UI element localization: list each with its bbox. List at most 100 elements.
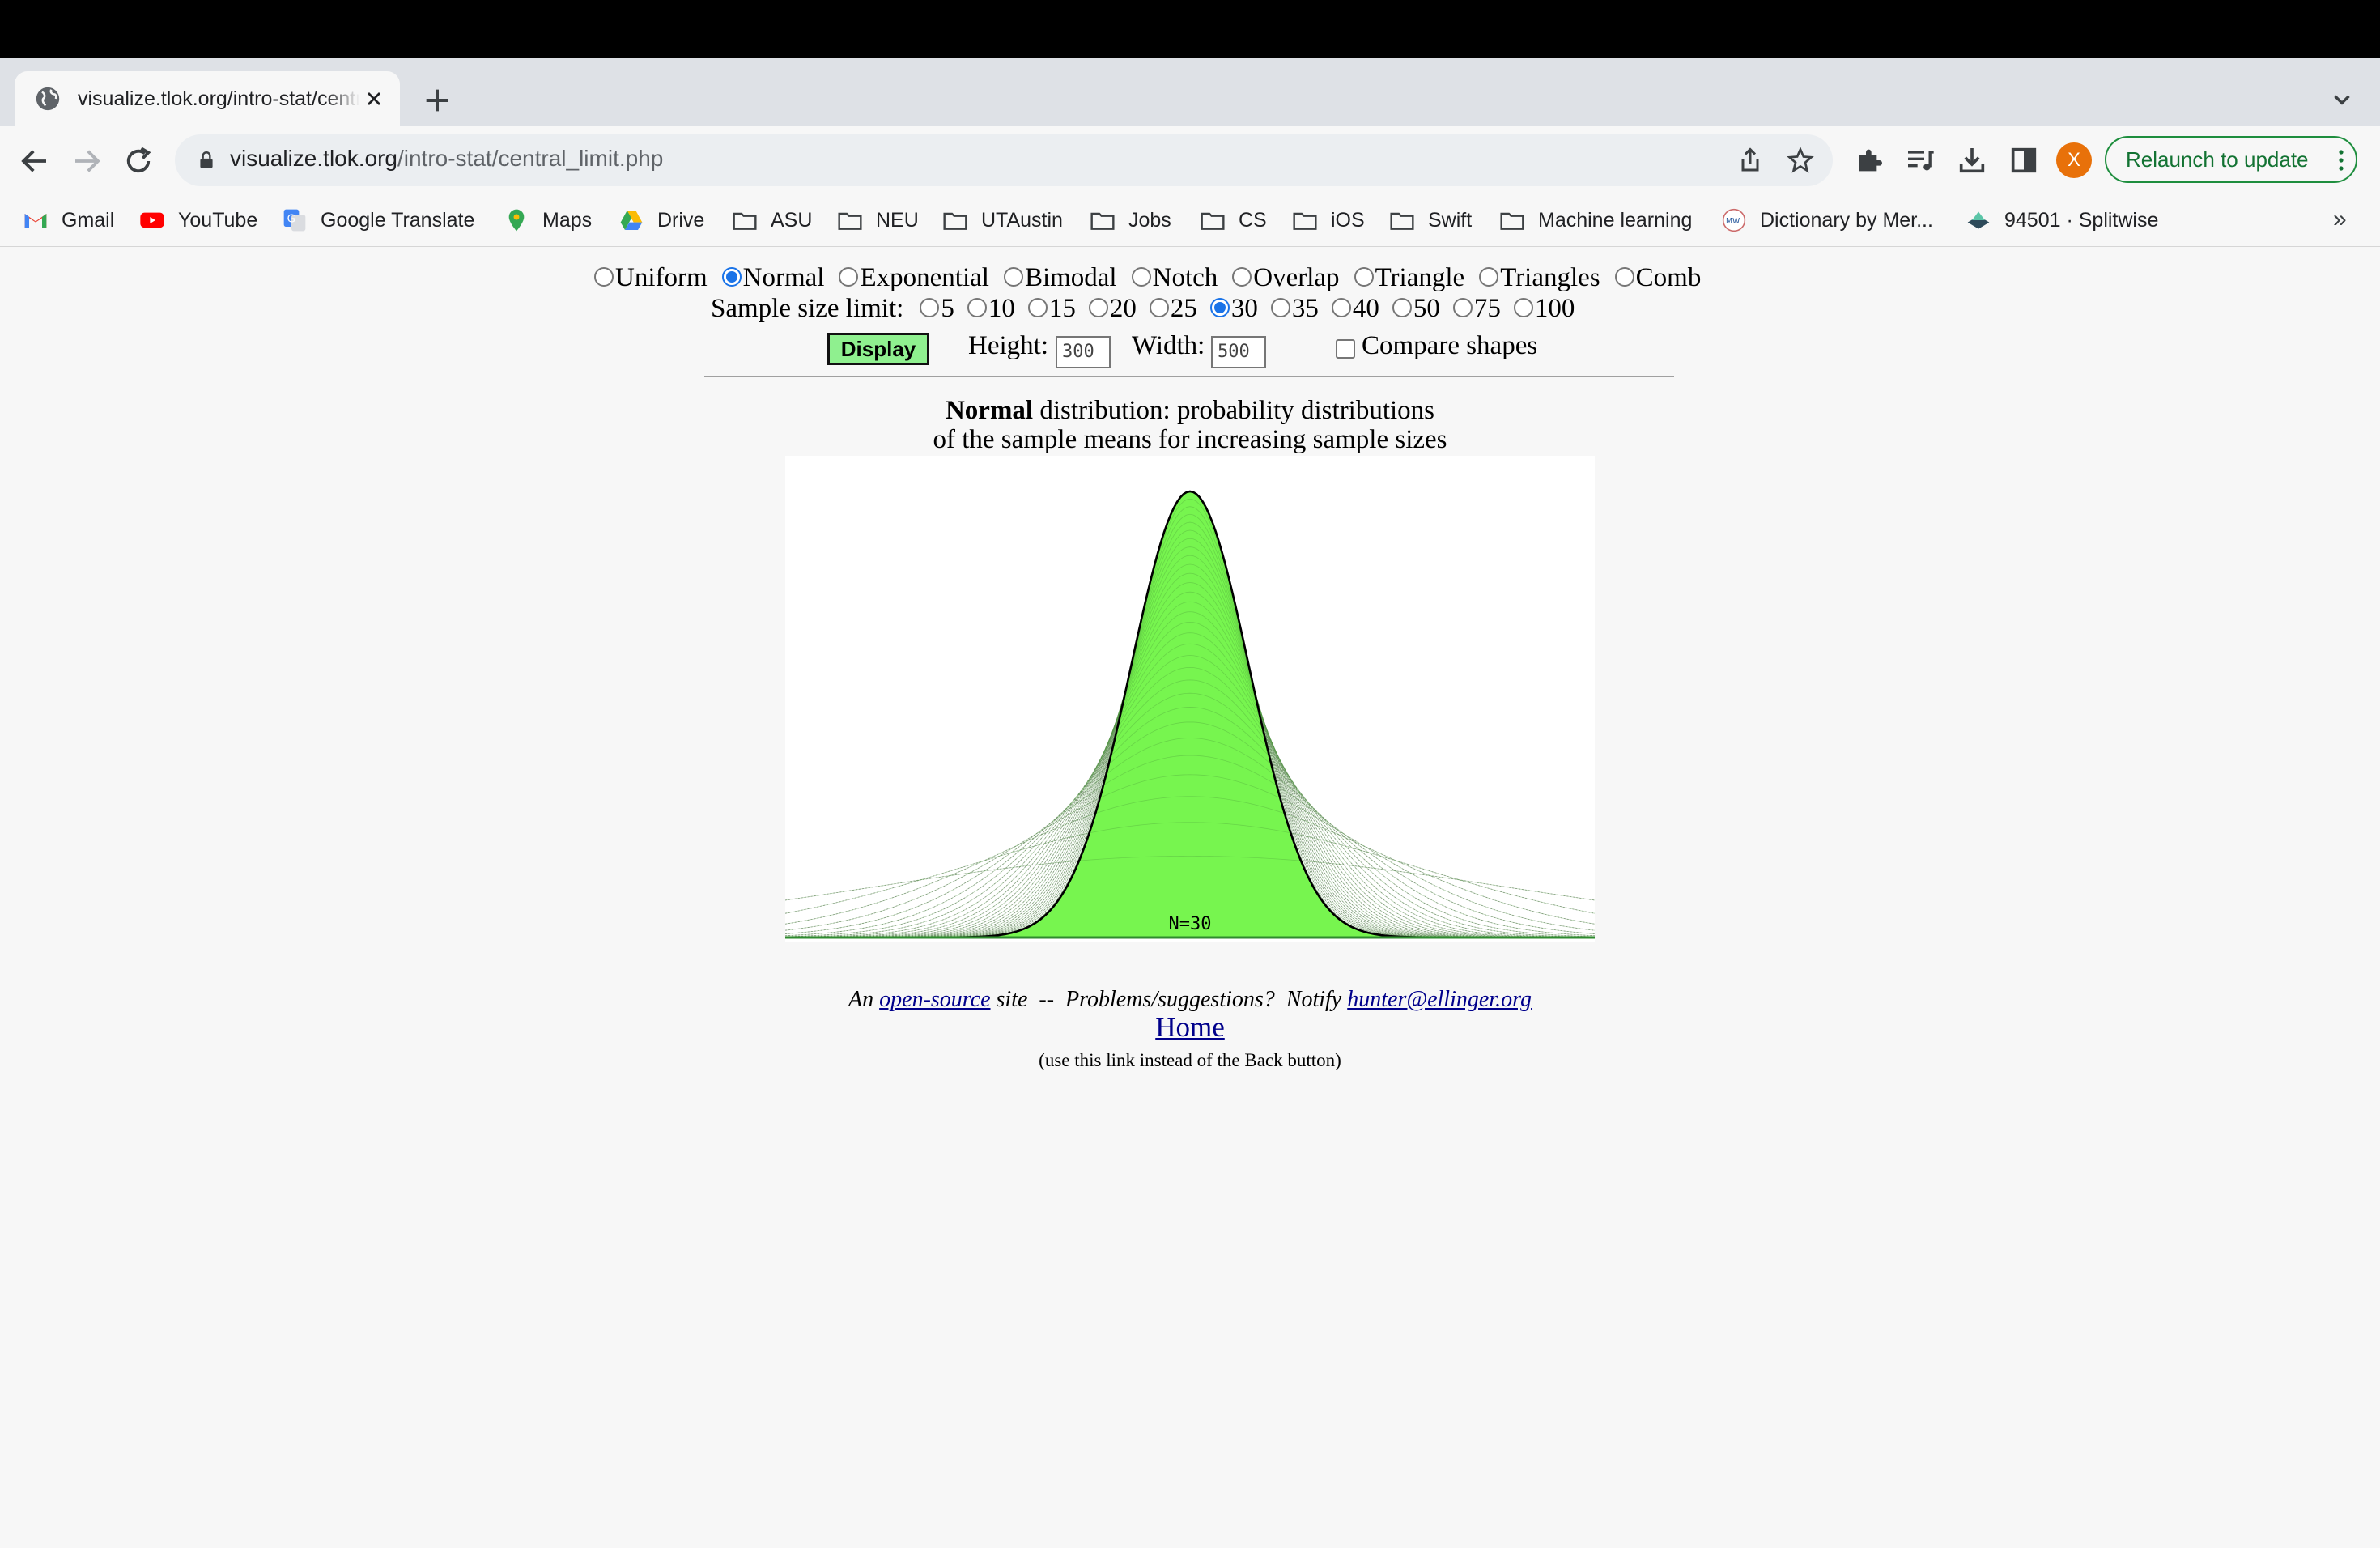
distribution-option-uniform[interactable]: Uniform <box>589 263 708 293</box>
radio-button[interactable] <box>967 297 987 317</box>
sample-size-option-35[interactable]: 35 <box>1266 294 1319 324</box>
radio-label: Exponential <box>860 263 989 292</box>
compare-shapes-checkbox[interactable] <box>1336 339 1355 359</box>
sample-size-option-5[interactable]: 5 <box>915 294 954 324</box>
sample-size-option-75[interactable]: 75 <box>1448 294 1501 324</box>
sampling-distribution-chart: N=30 <box>785 456 1595 942</box>
radio-button[interactable] <box>1479 266 1499 287</box>
bookmark-folder-jobs[interactable]: Jobs <box>1090 204 1171 236</box>
url-text[interactable]: visualize.tlok.org/intro-stat/central_li… <box>230 146 663 172</box>
active-tab[interactable]: visualize.tlok.org/intro-stat/central_li… <box>15 71 400 126</box>
distribution-option-exponential[interactable]: Exponential <box>834 263 989 293</box>
lock-icon[interactable] <box>196 149 217 172</box>
bookmark-dictionary[interactable]: MW Dictionary by Mer... <box>1721 204 1933 236</box>
sample-size-option-10[interactable]: 10 <box>963 294 1015 324</box>
new-tab-plus-icon[interactable] <box>421 84 453 117</box>
bookmark-label: Jobs <box>1128 208 1171 232</box>
chevron-down-icon[interactable] <box>2328 86 2356 113</box>
distribution-option-normal[interactable]: Normal <box>717 263 824 293</box>
email-link[interactable]: hunter@ellinger.org <box>1347 987 1532 1012</box>
radio-label: 15 <box>1048 294 1076 323</box>
close-icon[interactable] <box>363 87 385 110</box>
translate-icon: G <box>283 209 306 232</box>
splitwise-icon <box>1967 211 1990 229</box>
radio-button[interactable] <box>920 297 940 317</box>
relaunch-to-update-button[interactable]: Relaunch to update <box>2105 136 2357 183</box>
radio-button[interactable] <box>1088 297 1108 317</box>
open-source-link[interactable]: open-source <box>879 987 990 1012</box>
footer-prefix: An <box>848 987 880 1012</box>
radio-button[interactable] <box>1209 297 1230 317</box>
radio-button[interactable] <box>1131 266 1151 287</box>
reload-icon[interactable] <box>121 144 155 178</box>
radio-button[interactable] <box>594 266 614 287</box>
radio-button[interactable] <box>1392 297 1412 317</box>
height-input[interactable]: 300 <box>1056 336 1111 368</box>
bookmark-drive[interactable]: Drive <box>618 204 704 236</box>
download-icon[interactable] <box>1956 144 1988 176</box>
bookmark-folder-asu[interactable]: ASU <box>732 204 812 236</box>
radio-button[interactable] <box>1331 297 1351 317</box>
more-vertical-icon[interactable] <box>2338 149 2344 172</box>
bookmark-label: iOS <box>1331 208 1365 232</box>
sample-size-option-20[interactable]: 20 <box>1084 294 1137 324</box>
bookmark-folder-machine-learning[interactable]: Machine learning <box>1499 204 1692 236</box>
radio-button[interactable] <box>1149 297 1169 317</box>
bookmark-folder-ios[interactable]: iOS <box>1292 204 1365 236</box>
radio-button[interactable] <box>721 266 742 287</box>
forward-arrow-icon[interactable] <box>70 144 104 178</box>
bookmark-folder-utaustin[interactable]: UTAustin <box>942 204 1063 236</box>
bookmarks-overflow-chevron[interactable]: » <box>2333 206 2347 233</box>
radio-button[interactable] <box>1354 266 1374 287</box>
radio-button[interactable] <box>1614 266 1634 287</box>
bookmark-folder-cs[interactable]: CS <box>1200 204 1267 236</box>
side-panel-icon[interactable] <box>2008 144 2040 176</box>
media-queue-icon[interactable] <box>1904 144 1936 176</box>
distribution-option-overlap[interactable]: Overlap <box>1227 263 1340 293</box>
chart-title-distribution: Normal <box>945 396 1034 425</box>
display-button[interactable]: Display <box>827 333 929 365</box>
folder-icon <box>733 212 757 230</box>
sample-size-option-40[interactable]: 40 <box>1327 294 1379 324</box>
sample-size-label: Sample size limit: <box>711 294 904 323</box>
svg-text:MW: MW <box>1726 217 1740 226</box>
folder-icon <box>1390 212 1414 230</box>
bookmark-folder-swift[interactable]: Swift <box>1389 204 1472 236</box>
profile-avatar[interactable]: X <box>2056 142 2092 178</box>
share-icon[interactable] <box>1736 146 1765 175</box>
radio-button[interactable] <box>1027 297 1048 317</box>
address-bar[interactable]: visualize.tlok.org/intro-stat/central_li… <box>175 134 1833 186</box>
radio-button[interactable] <box>1003 266 1023 287</box>
sample-size-option-100[interactable]: 100 <box>1509 294 1575 324</box>
back-arrow-icon[interactable] <box>18 144 52 178</box>
radio-button[interactable] <box>1513 297 1533 317</box>
sample-size-option-30[interactable]: 30 <box>1205 294 1258 324</box>
radio-button[interactable] <box>1270 297 1290 317</box>
distribution-option-triangles[interactable]: Triangles <box>1474 263 1600 293</box>
bookmark-youtube[interactable]: YouTube <box>139 204 257 236</box>
sample-size-option-15[interactable]: 15 <box>1023 294 1076 324</box>
bookmark-maps[interactable]: Maps <box>504 204 592 236</box>
radio-label: 20 <box>1109 294 1137 323</box>
radio-button[interactable] <box>839 266 859 287</box>
bookmark-gmail[interactable]: Gmail <box>23 204 114 236</box>
extensions-puzzle-icon[interactable] <box>1854 144 1886 176</box>
bookmark-splitwise[interactable]: 94501 · Splitwise <box>1966 204 2158 236</box>
url-path: /intro-stat/central_limit.php <box>397 146 664 171</box>
bookmark-label: Maps <box>542 208 593 232</box>
radio-button[interactable] <box>1452 297 1473 317</box>
bookmark-google-translate[interactable]: G Google Translate <box>282 204 474 236</box>
distribution-option-notch[interactable]: Notch <box>1127 263 1218 293</box>
back-button-note: (use this link instead of the Back butto… <box>1039 1050 1341 1070</box>
width-input[interactable]: 500 <box>1211 336 1266 368</box>
bookmark-label: Machine learning <box>1538 208 1693 232</box>
radio-button[interactable] <box>1232 266 1252 287</box>
distribution-option-comb[interactable]: Comb <box>1610 263 1701 293</box>
home-link[interactable]: Home <box>1155 1011 1225 1043</box>
distribution-option-bimodal[interactable]: Bimodal <box>999 263 1117 293</box>
sample-size-option-25[interactable]: 25 <box>1145 294 1197 324</box>
distribution-option-triangle[interactable]: Triangle <box>1349 263 1464 293</box>
sample-size-option-50[interactable]: 50 <box>1388 294 1440 324</box>
bookmark-folder-neu[interactable]: NEU <box>837 204 919 236</box>
star-icon[interactable] <box>1786 146 1815 175</box>
